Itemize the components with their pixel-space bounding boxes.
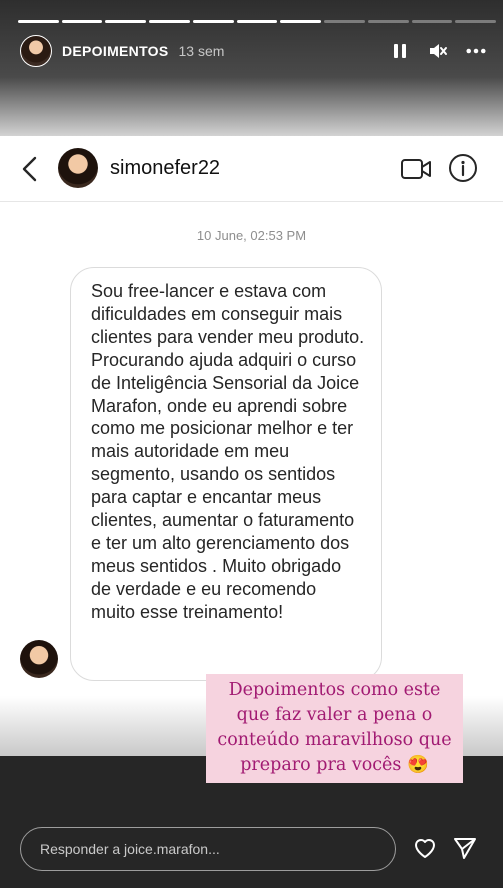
video-call-icon <box>400 156 432 182</box>
pause-icon[interactable] <box>390 41 410 61</box>
story-account-name[interactable]: DEPOIMENTOS <box>62 43 169 59</box>
sender-avatar <box>20 640 58 678</box>
reply-placeholder: Responder a joice.marafon... <box>40 841 220 857</box>
dm-screenshot: simonefer22 10 June, 02:53 PM Sou free-l… <box>0 136 503 756</box>
progress-segment <box>149 20 190 23</box>
progress-segment <box>192 20 234 23</box>
reply-input[interactable]: Responder a joice.marafon... <box>20 827 396 871</box>
story-progress-bar <box>18 20 497 23</box>
send-icon[interactable] <box>452 835 478 861</box>
progress-segment <box>411 20 453 23</box>
more-options-icon[interactable] <box>466 41 486 61</box>
message-bubble: Sou free-lancer e estava com dificuldade… <box>70 267 382 681</box>
caption-text: Depoimentos como este que faz valer a pe… <box>217 680 452 775</box>
progress-segment <box>455 20 497 23</box>
story-controls <box>390 41 486 61</box>
dm-contact-username: simonefer22 <box>110 157 221 179</box>
message-timestamp: 10 June, 02:53 PM <box>196 228 307 243</box>
heart-icon[interactable] <box>412 835 438 861</box>
story-header: DEPOIMENTOS 13 sem <box>20 34 486 68</box>
dm-contact-avatar <box>58 148 98 188</box>
story-account-avatar[interactable] <box>20 35 52 67</box>
progress-segment <box>105 20 147 23</box>
progress-segment <box>236 20 278 23</box>
story-viewer: DEPOIMENTOS 13 sem simonefer22 10 June, … <box>0 0 503 888</box>
dm-header: simonefer22 <box>0 136 503 202</box>
progress-segment <box>18 20 59 23</box>
back-chevron-icon <box>18 154 42 184</box>
info-icon <box>448 153 478 183</box>
story-caption-sticker: Depoimentos como este que faz valer a pe… <box>206 674 463 783</box>
story-posted-time: 13 sem <box>178 43 225 59</box>
mute-icon[interactable] <box>428 41 448 61</box>
progress-segment <box>367 20 409 23</box>
progress-segment <box>280 20 322 23</box>
progress-segment <box>61 20 103 23</box>
progress-segment <box>324 20 365 23</box>
message-text: Sou free-lancer e estava com dificuldade… <box>91 281 365 622</box>
